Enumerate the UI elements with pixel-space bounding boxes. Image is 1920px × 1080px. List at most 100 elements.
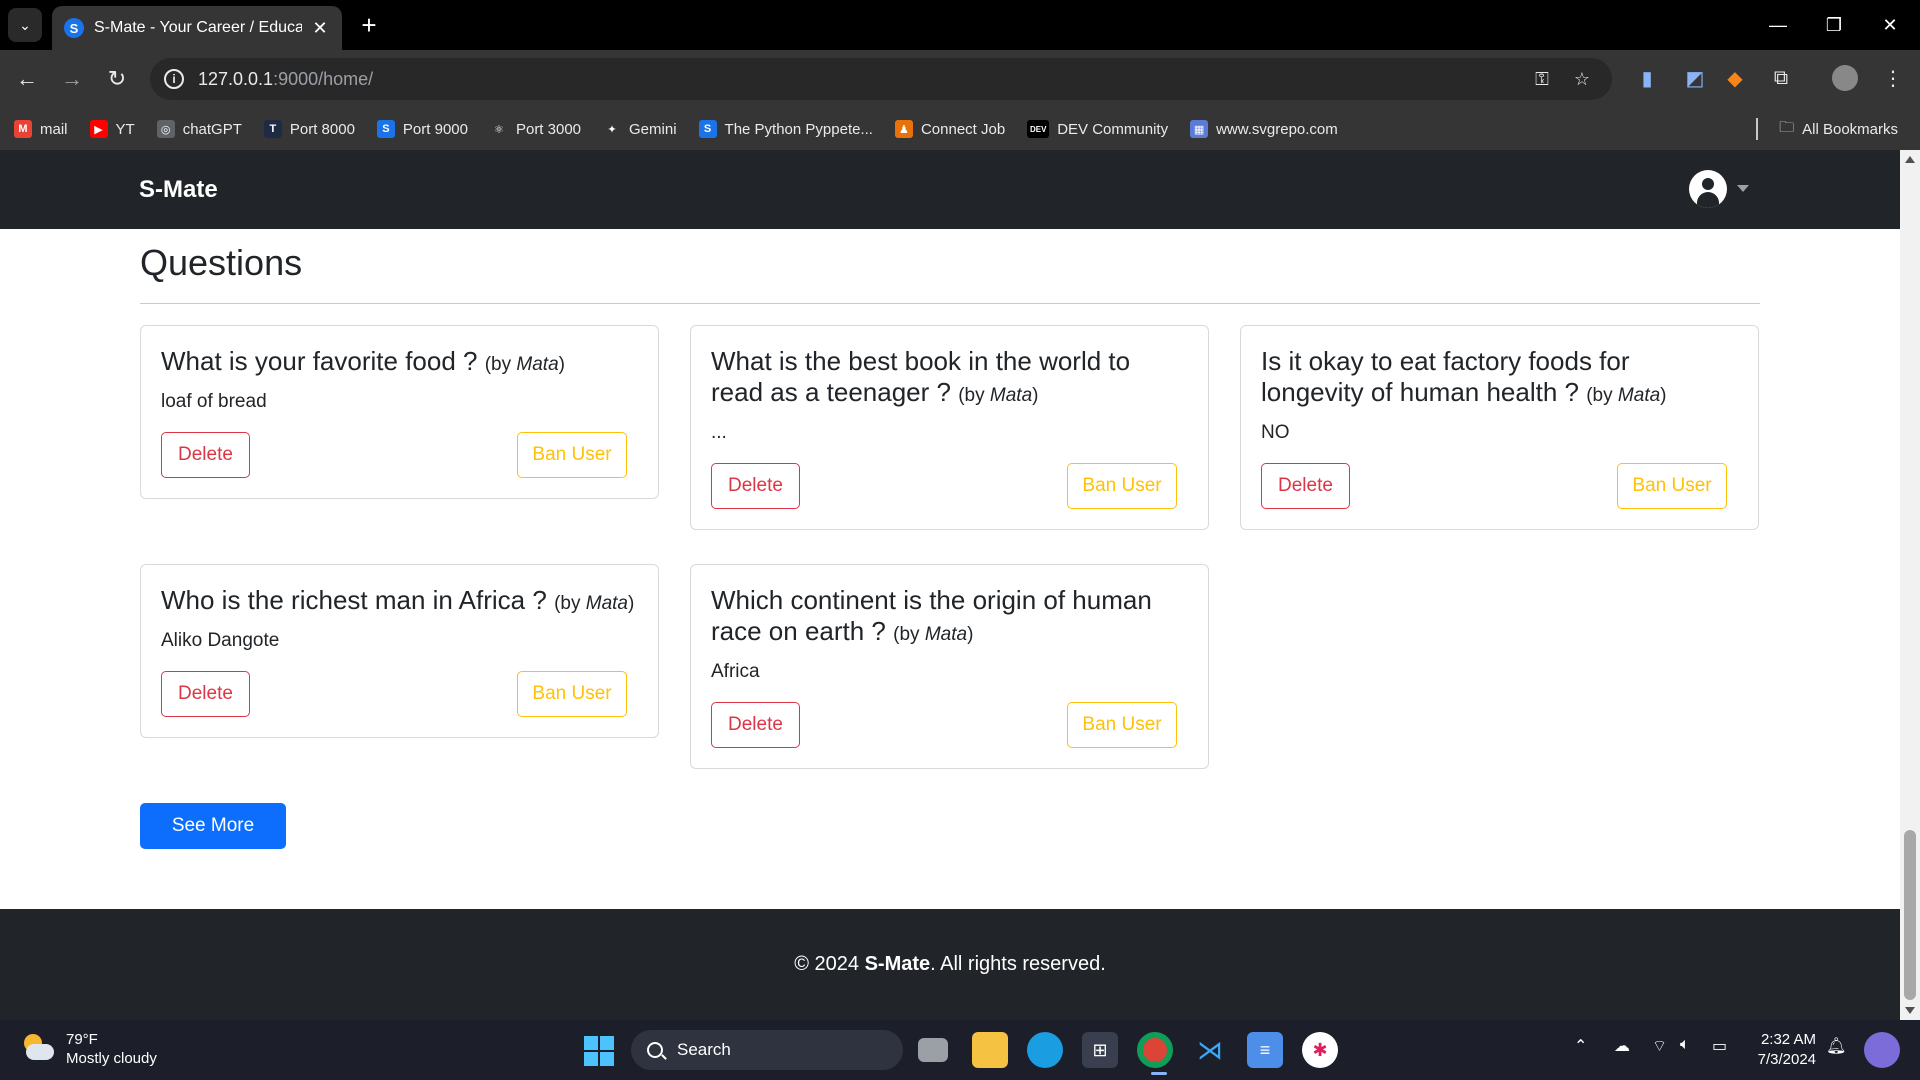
metamask-fox-icon[interactable]: ◆: [1720, 63, 1750, 93]
bookmark-item[interactable]: S Port 9000: [376, 120, 468, 138]
notepad-icon[interactable]: ≡: [1247, 1032, 1283, 1068]
ban-user-button[interactable]: Ban User: [517, 432, 627, 478]
site-info-icon[interactable]: i: [164, 69, 184, 89]
ban-user-button[interactable]: Ban User: [517, 671, 627, 717]
browser-toolbar: ← → ↻ i 127.0.0.1:9000/home/ ⚿ ☆ ▮ ◩ ◆ ⧉…: [0, 50, 1920, 108]
vscode-icon[interactable]: ⋊: [1192, 1032, 1228, 1068]
connect-job-icon: ♟: [894, 120, 913, 138]
bookmark-label: Port 3000: [515, 120, 582, 138]
tab-close-icon[interactable]: ✕: [310, 18, 330, 39]
browser-tab-active[interactable]: S S-Mate - Your Career / Educatio ✕: [52, 6, 342, 50]
scroll-down-icon[interactable]: [1905, 1007, 1915, 1014]
delete-button[interactable]: Delete: [161, 671, 250, 717]
question-author: (by Mata): [554, 593, 635, 614]
battery-icon[interactable]: ▭: [1712, 1036, 1727, 1056]
see-more-button[interactable]: See More: [140, 803, 286, 849]
question-text: What is the best book in the world to re…: [711, 346, 1131, 407]
question-card: Who is the richest man in Africa ? (by M…: [140, 564, 659, 738]
windows-taskbar: 79°F Mostly cloudy Search ⊞ ⋊ ≡ ✱ ⌃ ☁ ⌔ …: [0, 1020, 1920, 1080]
bookmark-label: Connect Job: [920, 120, 1006, 138]
delete-button[interactable]: Delete: [711, 463, 800, 509]
taskbar-search[interactable]: Search: [631, 1030, 903, 1070]
page-scrollbar[interactable]: [1900, 150, 1920, 1020]
question-author: (by Mata): [1586, 385, 1667, 406]
wifi-icon[interactable]: ⌔: [1652, 1036, 1667, 1056]
extensions-puzzle-icon[interactable]: ⧉: [1766, 63, 1796, 93]
svgrepo-icon: ▦: [1190, 120, 1209, 138]
system-clock[interactable]: 2:32 AM 7/3/2024: [1740, 1030, 1816, 1070]
question-author: (by Mata): [893, 624, 974, 645]
profile-avatar-icon[interactable]: [1832, 65, 1858, 91]
bookmark-item[interactable]: Mmail: [14, 120, 68, 138]
volume-icon[interactable]: 🔈︎: [1680, 1036, 1690, 1054]
address-bar[interactable]: i 127.0.0.1:9000/home/ ⚿ ☆: [150, 58, 1612, 100]
more-menu-icon[interactable]: ⋮: [1878, 63, 1908, 93]
windows-start-icon[interactable]: [584, 1036, 614, 1066]
bookmark-item[interactable]: ▦ www.svgrepo.com: [1190, 120, 1338, 138]
question-author: (by Mata): [484, 354, 565, 375]
bookmarks-bar: Mmail ▶ YT ◎ chatGPT T Port 8000 S Port 9000 ⚛ Por…: [0, 108, 1920, 150]
delete-button[interactable]: Delete: [711, 702, 800, 748]
window-close-icon[interactable]: ✕: [1862, 0, 1918, 50]
brand-logo[interactable]: S-Mate: [139, 176, 218, 204]
delete-button[interactable]: Delete: [161, 432, 250, 478]
clock-time: 2:32 AM: [1760, 1031, 1816, 1048]
question-text: Who is the richest man in Africa ? (by M…: [161, 585, 635, 615]
question-card: What is the best book in the world to re…: [690, 325, 1209, 530]
notifications-bell-icon[interactable]: 🔔︎: [1826, 1036, 1846, 1056]
bookmark-label: Port 8000: [289, 120, 355, 138]
password-key-icon[interactable]: ⚿: [1530, 67, 1554, 91]
weather-desc: Mostly cloudy: [66, 1050, 157, 1067]
tray-overflow-chevron-icon[interactable]: ⌃: [1574, 1036, 1587, 1056]
footer: © 2024 S-Mate. All rights reserved.: [0, 909, 1900, 1020]
scroll-up-icon[interactable]: [1905, 156, 1915, 163]
reload-icon[interactable]: ↻: [100, 62, 134, 96]
bookmark-item[interactable]: ▶ YT: [89, 120, 135, 138]
ban-user-button[interactable]: Ban User: [1067, 702, 1177, 748]
weather-widget[interactable]: 79°F Mostly cloudy: [20, 1030, 157, 1068]
slack-icon[interactable]: ✱: [1302, 1032, 1338, 1068]
copilot-icon[interactable]: [1864, 1032, 1900, 1068]
dev-icon: DEV: [1027, 120, 1050, 138]
forward-arrow-icon[interactable]: →: [55, 62, 89, 96]
scrollbar-thumb[interactable]: [1904, 830, 1916, 1000]
bookmark-item[interactable]: ⚛ Port 3000: [489, 120, 582, 138]
edge-browser-icon[interactable]: [1027, 1032, 1063, 1068]
delete-button[interactable]: Delete: [1261, 463, 1350, 509]
answer-text: NO: [1261, 422, 1290, 443]
bookmarks-separator: [1756, 118, 1758, 140]
bookmark-item[interactable]: S The Python Pyppete...: [698, 120, 873, 138]
user-menu-caret-icon[interactable]: [1737, 185, 1749, 192]
user-avatar-icon[interactable]: [1689, 170, 1727, 208]
bookmark-star-icon[interactable]: ☆: [1570, 67, 1594, 91]
all-bookmarks-button[interactable]: 🗀︎ All Bookmarks: [1779, 108, 1898, 150]
extension-doc-icon[interactable]: ▮: [1632, 63, 1662, 93]
browser-tab-bar: ⌄ S S-Mate - Your Career / Educatio ✕ + …: [0, 0, 1920, 50]
microsoft-store-icon[interactable]: ⊞: [1082, 1032, 1118, 1068]
onedrive-cloud-icon[interactable]: ☁: [1614, 1036, 1630, 1056]
new-tab-plus-icon[interactable]: +: [352, 8, 386, 42]
back-arrow-icon[interactable]: ←: [10, 62, 44, 96]
question-author: (by Mata): [958, 385, 1039, 406]
bookmark-item[interactable]: T Port 8000: [263, 120, 355, 138]
bookmark-item[interactable]: ✦ Gemini: [603, 120, 677, 138]
page-viewport: S-Mate Questions What is your favorite f…: [0, 150, 1920, 1020]
extension-translate-icon[interactable]: ◩: [1680, 63, 1710, 93]
chrome-icon[interactable]: [1137, 1032, 1173, 1068]
bookmark-label: www.svgrepo.com: [1216, 120, 1338, 138]
ban-user-button[interactable]: Ban User: [1617, 463, 1727, 509]
bookmark-item[interactable]: ◎ chatGPT: [156, 120, 242, 138]
ban-user-button[interactable]: Ban User: [1067, 463, 1177, 509]
clock-date: 7/3/2024: [1757, 1051, 1816, 1068]
restore-icon[interactable]: ❐: [1806, 0, 1862, 50]
file-explorer-icon[interactable]: [972, 1032, 1008, 1068]
task-view-icon[interactable]: [918, 1038, 948, 1062]
minimize-icon[interactable]: —: [1750, 0, 1806, 50]
answer-text: Africa: [711, 661, 760, 682]
bookmark-item[interactable]: DEV DEV Community: [1027, 120, 1168, 138]
tab-search-chevron-icon[interactable]: ⌄: [8, 8, 42, 42]
footer-text: © 2024 S-Mate. All rights reserved.: [794, 953, 1106, 975]
search-icon: [647, 1042, 663, 1058]
chrome-active-indicator: [1151, 1072, 1167, 1075]
bookmark-item[interactable]: ♟ Connect Job: [894, 120, 1006, 138]
